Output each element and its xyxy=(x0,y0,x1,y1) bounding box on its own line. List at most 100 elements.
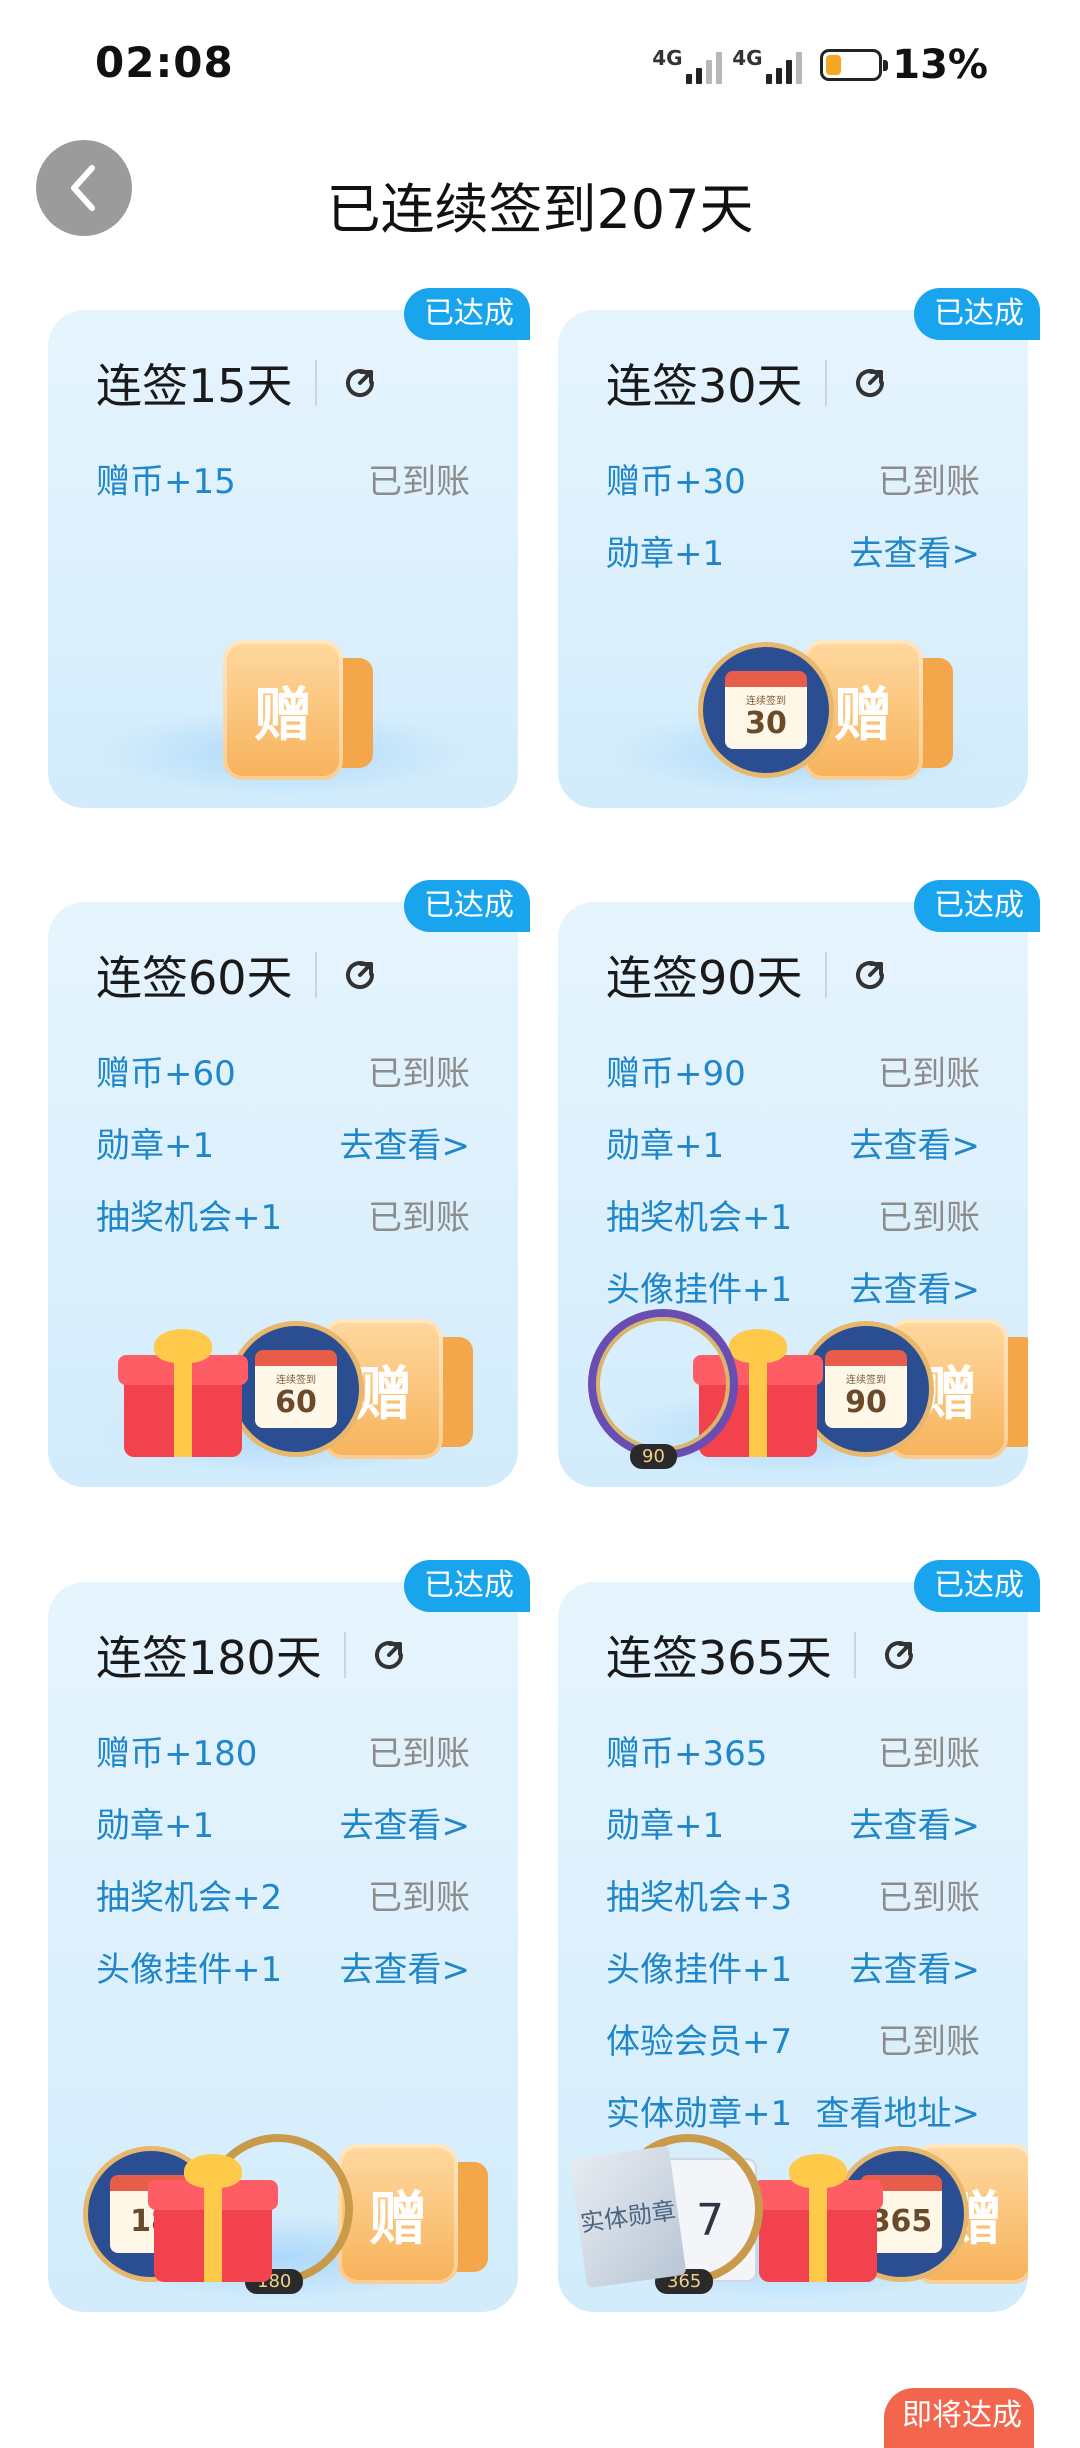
gift-part xyxy=(789,2154,847,2188)
reward-illustration: 赠连续签到 30 xyxy=(558,638,1028,808)
reward-row: 抽奖机会+3 已到账 xyxy=(606,1858,980,1930)
achieved-badge: 已达成 xyxy=(404,288,530,340)
share-icon[interactable] xyxy=(849,954,891,996)
status-text: 已到账 xyxy=(368,1197,470,1238)
gift-part xyxy=(809,2180,827,2282)
title-divider xyxy=(824,360,827,406)
status-text: 已到账 xyxy=(878,1733,980,1774)
status-time: 02:08 xyxy=(95,38,234,87)
gift-part xyxy=(749,1355,767,1457)
reward-illustration: 赠 180 18 xyxy=(48,2134,518,2312)
share-icon[interactable] xyxy=(368,1634,410,1676)
reward-row: 勋章+1 去查看> xyxy=(606,1106,980,1178)
card-title: 连签180天 xyxy=(96,1622,410,1688)
status-text: 已到账 xyxy=(878,1053,980,1094)
gift-box-icon xyxy=(148,2154,278,2282)
medal-icon: 连续签到 30 xyxy=(698,642,834,778)
calendar-icon: 连续签到 60 xyxy=(255,1350,337,1428)
reward-name: 抽奖机会+1 xyxy=(606,1197,793,1238)
reward-name: 勋章+1 xyxy=(606,1805,725,1846)
reward-row: 勋章+1 去查看> xyxy=(606,1786,980,1858)
reward-name: 勋章+1 xyxy=(606,533,725,574)
view-link[interactable]: 去查看> xyxy=(850,526,981,575)
title-divider xyxy=(824,952,827,998)
reward-name: 抽奖机会+3 xyxy=(606,1877,793,1918)
status-bar: 02:08 4G 4G 13% xyxy=(0,0,1080,135)
achieved-badge: 已达成 xyxy=(404,1560,530,1612)
reward-row: 赠币+365 已到账 xyxy=(606,1714,980,1786)
gift-ticket-icon: 赠 xyxy=(223,640,343,780)
card-title: 连签90天 xyxy=(606,942,891,1008)
title-divider xyxy=(853,1632,856,1678)
reward-row: 赠币+60 已到账 xyxy=(96,1034,470,1106)
achieved-badge: 已达成 xyxy=(914,880,1040,932)
reward-list: 赠币+180 已到账 勋章+1 去查看> 抽奖机会+2 已到账头像挂件+1 去查看> xyxy=(96,1714,470,2002)
view-link[interactable]: 去查看> xyxy=(340,1798,471,1847)
reward-row: 勋章+1 去查看> xyxy=(96,1106,470,1178)
reward-row: 赠币+180 已到账 xyxy=(96,1714,470,1786)
reward-name: 头像挂件+1 xyxy=(606,1949,793,1990)
calendar-icon: 连续签到 90 xyxy=(825,1350,907,1428)
gift-ticket-icon: 赠 xyxy=(338,2144,458,2284)
gift-box-icon xyxy=(753,2154,883,2282)
status-indicators: 4G 4G 13% xyxy=(652,42,988,88)
page-title: 已连续签到207天 xyxy=(326,178,754,241)
view-link[interactable]: 去查看> xyxy=(850,1798,981,1847)
reward-name: 赠币+30 xyxy=(606,461,746,502)
achieved-badge: 已达成 xyxy=(404,880,530,932)
card-title: 连签15天 xyxy=(96,350,381,416)
battery-percent: 13% xyxy=(892,42,988,88)
view-link[interactable]: 去查看> xyxy=(850,1118,981,1167)
reward-list: 赠币+30 已到账 勋章+1 去查看> xyxy=(606,442,980,586)
reward-name: 赠币+60 xyxy=(96,1053,236,1094)
reward-list: 赠币+15 已到账 xyxy=(96,442,470,514)
card-title-text: 连签90天 xyxy=(606,951,803,1005)
status-text: 已到账 xyxy=(368,1733,470,1774)
share-icon[interactable] xyxy=(849,362,891,404)
reward-row: 抽奖机会+1 已到账 xyxy=(606,1178,980,1250)
view-link[interactable]: 去查看> xyxy=(850,1262,981,1311)
reward-card: 连签60天 赠币+60 已到账 勋章+1 去查看> 抽奖机会+1 已到账赠连续签到 60 xyxy=(48,902,518,1487)
share-icon[interactable] xyxy=(878,1634,920,1676)
battery-icon xyxy=(820,49,889,81)
reward-row: 头像挂件+1 去查看> xyxy=(606,1930,980,2002)
reward-name: 抽奖机会+2 xyxy=(96,1877,283,1918)
share-icon[interactable] xyxy=(339,954,381,996)
card-title: 连签60天 xyxy=(96,942,381,1008)
reward-name: 体验会员+7 xyxy=(606,2021,793,2062)
gift-part xyxy=(184,2154,242,2188)
title-divider xyxy=(314,952,317,998)
signal-label: 4G xyxy=(652,46,683,70)
share-icon[interactable] xyxy=(339,362,381,404)
gift-part xyxy=(204,2180,222,2282)
view-link[interactable]: 去查看> xyxy=(340,1942,471,1991)
view-link[interactable]: 去查看> xyxy=(850,1942,981,1991)
reward-illustration: 赠 365 7 365 实体勋章 xyxy=(558,2134,1028,2312)
view-link[interactable]: 去查看> xyxy=(340,1118,471,1167)
status-text: 已到账 xyxy=(368,1053,470,1094)
card-title-text: 连签180天 xyxy=(96,1631,322,1685)
medal-number: 30 xyxy=(745,706,787,741)
reward-name: 赠币+365 xyxy=(606,1733,768,1774)
reward-list: 赠币+365 已到账 勋章+1 去查看> 抽奖机会+3 已到账 头像挂件+1 去查看> 体验会员… xyxy=(606,1714,980,2146)
gift-part xyxy=(729,1329,787,1363)
view-link[interactable]: 查看地址> xyxy=(816,2086,981,2135)
reward-name: 赠币+15 xyxy=(96,461,236,502)
reward-list: 赠币+60 已到账 勋章+1 去查看> 抽奖机会+1 已到账 xyxy=(96,1034,470,1250)
title-divider xyxy=(343,1632,346,1678)
avatar-frame-icon xyxy=(588,1309,738,1459)
status-text: 已到账 xyxy=(368,1877,470,1918)
achieved-badge: 已达成 xyxy=(914,288,1040,340)
reward-name: 勋章+1 xyxy=(606,1125,725,1166)
reward-row: 头像挂件+1 去查看> xyxy=(96,1930,470,2002)
calendar-icon: 连续签到 30 xyxy=(725,671,807,749)
reward-name: 实体勋章+1 xyxy=(606,2093,793,2134)
reward-row: 勋章+1 去查看> xyxy=(96,1786,470,1858)
reward-illustration: 赠连续签到 90 90 xyxy=(558,1309,1028,1487)
reward-name: 头像挂件+1 xyxy=(606,1269,793,1310)
medal-number: 90 xyxy=(845,1385,887,1420)
status-text: 已到账 xyxy=(878,1877,980,1918)
frame-tag: 90 xyxy=(630,1444,677,1469)
physical-medal-icon: 实体勋章 xyxy=(569,2145,687,2289)
gift-box-icon xyxy=(118,1329,248,1457)
